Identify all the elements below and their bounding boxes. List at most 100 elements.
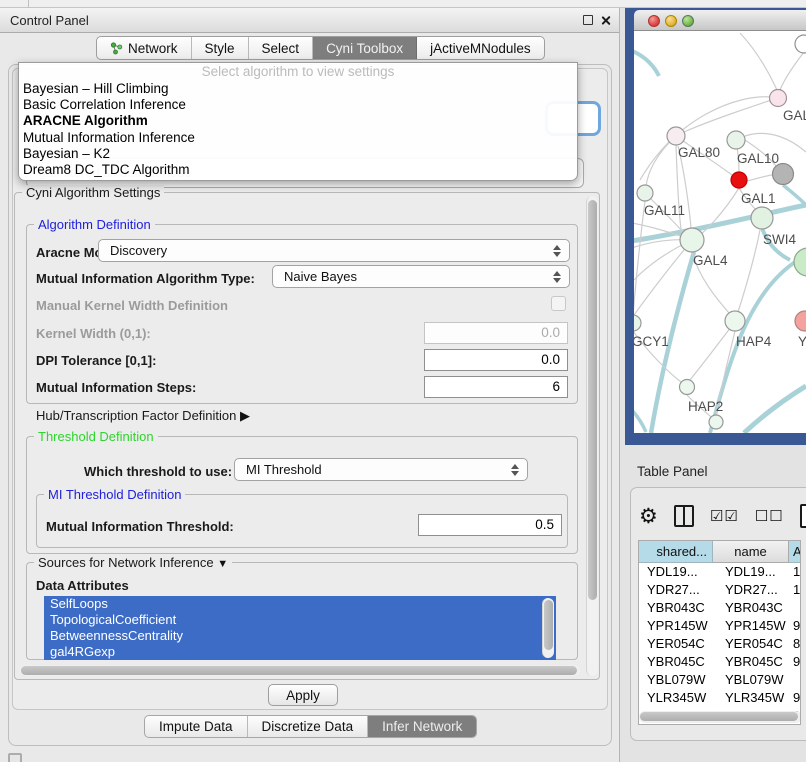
network-window-titlebar[interactable] [634, 10, 806, 31]
bottom-tabbar: Impute Data Discretize Data Infer Networ… [144, 715, 477, 738]
kernel-width-input[interactable]: 0.0 [424, 322, 568, 344]
tab-impute-data-label: Impute Data [159, 719, 233, 734]
network-node[interactable] [709, 415, 723, 429]
table-row[interactable]: YBR045CYBR045C9. [639, 653, 801, 671]
mac-zoom-button[interactable] [682, 15, 694, 27]
attribute-item[interactable]: BetweennessCentrality [44, 628, 556, 644]
settings-scrollbar-thumb[interactable] [588, 200, 597, 600]
tab-jactivemnodules-label: jActiveMNodules [430, 41, 531, 56]
table-row[interactable]: YDL19...YDL19...13 [639, 563, 801, 581]
aracne-mode-combobox[interactable]: Discovery [98, 239, 570, 262]
table-row[interactable]: YER054CYER054C8. [639, 635, 801, 653]
cell: YBL079W [713, 671, 789, 689]
table-row[interactable]: YBR043CYBR043C [639, 599, 801, 617]
table-row[interactable]: YDR27...YDR27...12 [639, 581, 801, 599]
attribute-item[interactable]: SelfLoops [44, 596, 556, 612]
mi-steps-input[interactable]: 6 [424, 376, 568, 398]
network-node-gray[interactable] [773, 164, 794, 185]
tab-network[interactable]: Network [97, 37, 192, 59]
kernel-width-label: Kernel Width (0,1): [36, 326, 151, 341]
table-scrollbar-thumb[interactable] [640, 712, 798, 721]
network-node-gal4[interactable] [680, 228, 704, 252]
tab-style[interactable]: Style [192, 37, 249, 59]
collapsed-arrow-icon: ▶ [240, 408, 250, 423]
mi-threshold-input[interactable]: 0.5 [418, 514, 562, 536]
network-node[interactable] [770, 90, 787, 107]
algorithm-definition-title: Algorithm Definition [34, 217, 155, 232]
mi-steps-label: Mutual Information Steps: [36, 380, 196, 395]
mi-threshold-definition-title: MI Threshold Definition [44, 487, 185, 502]
network-node-gal11[interactable] [637, 185, 653, 201]
table-row[interactable]: YLR345WYLR345W9. [639, 689, 801, 707]
dropdown-item[interactable]: Basic Correlation Inference [19, 97, 577, 113]
dropdown-item-selected[interactable]: ARACNE Algorithm [19, 113, 577, 129]
tab-select-label: Select [262, 41, 300, 56]
mac-close-button[interactable] [648, 15, 660, 27]
deselect-all-rows-icon[interactable]: ☐☐ [755, 507, 784, 525]
table-row[interactable]: YPR145WYPR145W9. [639, 617, 801, 635]
network-canvas[interactable]: GAL GAL80 GAL10 GAL1 GAL11 SWI4 GAL4 GCY… [634, 31, 806, 433]
network-node-gal1[interactable] [751, 207, 773, 229]
network-node[interactable] [795, 35, 806, 53]
network-node-hap4[interactable] [725, 311, 745, 331]
cell: 9. [789, 689, 801, 707]
network-node-gcy1[interactable] [634, 315, 641, 331]
gear-icon[interactable]: ⚙ [639, 506, 658, 526]
apply-button[interactable]: Apply [268, 684, 338, 706]
cell: YBR045C [713, 653, 789, 671]
manual-kernel-width-checkbox[interactable] [551, 296, 566, 311]
hub-definition-toggle[interactable]: Hub/Transcription Factor Definition ▶ [36, 408, 250, 424]
column-header-name[interactable]: name [713, 541, 789, 563]
network-node-salmon[interactable] [795, 311, 806, 331]
network-node-selected-red[interactable] [731, 172, 747, 188]
attribute-item[interactable]: gal4RGexp [44, 644, 556, 660]
dropdown-item[interactable]: Bayesian – K2 [19, 146, 577, 162]
mac-minimize-button[interactable] [665, 15, 677, 27]
control-panel-tabbar: Network Style Select Cyni Toolbox jActiv… [96, 36, 545, 60]
dpi-tolerance-input[interactable]: 0.0 [424, 349, 568, 371]
manual-kernel-width-label: Manual Kernel Width Definition [36, 298, 228, 313]
network-node-gal80[interactable] [667, 127, 685, 145]
minimized-panel-icon[interactable] [8, 753, 22, 762]
settings-vertical-scrollbar[interactable] [586, 196, 598, 676]
threshold-definition-title: Threshold Definition [34, 429, 158, 444]
toolbar-divider [28, 0, 29, 8]
tab-jactivemnodules[interactable]: jActiveMNodules [417, 37, 544, 59]
tab-select[interactable]: Select [249, 37, 314, 59]
split-columns-icon[interactable] [674, 505, 694, 527]
page-icon[interactable] [800, 504, 806, 528]
tab-cyni-toolbox[interactable]: Cyni Toolbox [313, 37, 417, 59]
horizontal-scrollbar-thumb[interactable] [21, 666, 577, 675]
node-label-hap2: HAP2 [688, 399, 723, 414]
sources-group-title[interactable]: Sources for Network Inference ▼ [34, 555, 232, 570]
top-toolbar-sliver [0, 0, 806, 8]
attributes-scrollbar-thumb[interactable] [544, 600, 553, 650]
table-horizontal-scrollbar[interactable] [639, 711, 801, 723]
dropdown-item[interactable]: Mutual Information Inference [19, 130, 577, 146]
table-row[interactable]: YBL079WYBL079W [639, 671, 801, 689]
close-icon[interactable] [600, 15, 611, 26]
network-node-swi4[interactable] [794, 248, 806, 276]
which-threshold-combobox[interactable]: MI Threshold [234, 458, 528, 481]
attributes-vertical-scrollbar[interactable] [542, 598, 554, 658]
network-node-gal10[interactable] [727, 131, 745, 149]
select-all-rows-icon[interactable]: ☑☑ [710, 507, 739, 525]
table-panel-title: Table Panel [637, 464, 708, 479]
network-node-hap2[interactable] [680, 380, 695, 395]
mi-threshold-label: Mutual Information Threshold: [46, 519, 234, 534]
column-header-shared[interactable]: shared... [639, 541, 713, 563]
tab-discretize-data[interactable]: Discretize Data [248, 716, 369, 737]
settings-horizontal-scrollbar[interactable] [20, 665, 580, 676]
column-header-clipped[interactable]: A [789, 541, 801, 563]
dropdown-item[interactable]: Bayesian – Hill Climbing [19, 81, 577, 97]
dpi-tolerance-label: DPI Tolerance [0,1]: [36, 353, 156, 368]
attribute-item[interactable]: TopologicalCoefficient [44, 612, 556, 628]
mi-algorithm-type-combobox[interactable]: Naive Bayes [272, 265, 570, 288]
dropdown-item[interactable]: Dream8 DC_TDC Algorithm [19, 162, 577, 178]
cell [789, 671, 801, 689]
float-window-icon[interactable] [583, 15, 593, 25]
tab-infer-network[interactable]: Infer Network [368, 716, 476, 737]
tab-impute-data[interactable]: Impute Data [145, 716, 248, 737]
data-attributes-list: SelfLoops TopologicalCoefficient Between… [44, 596, 556, 660]
chevron-updown-icon [511, 463, 519, 477]
